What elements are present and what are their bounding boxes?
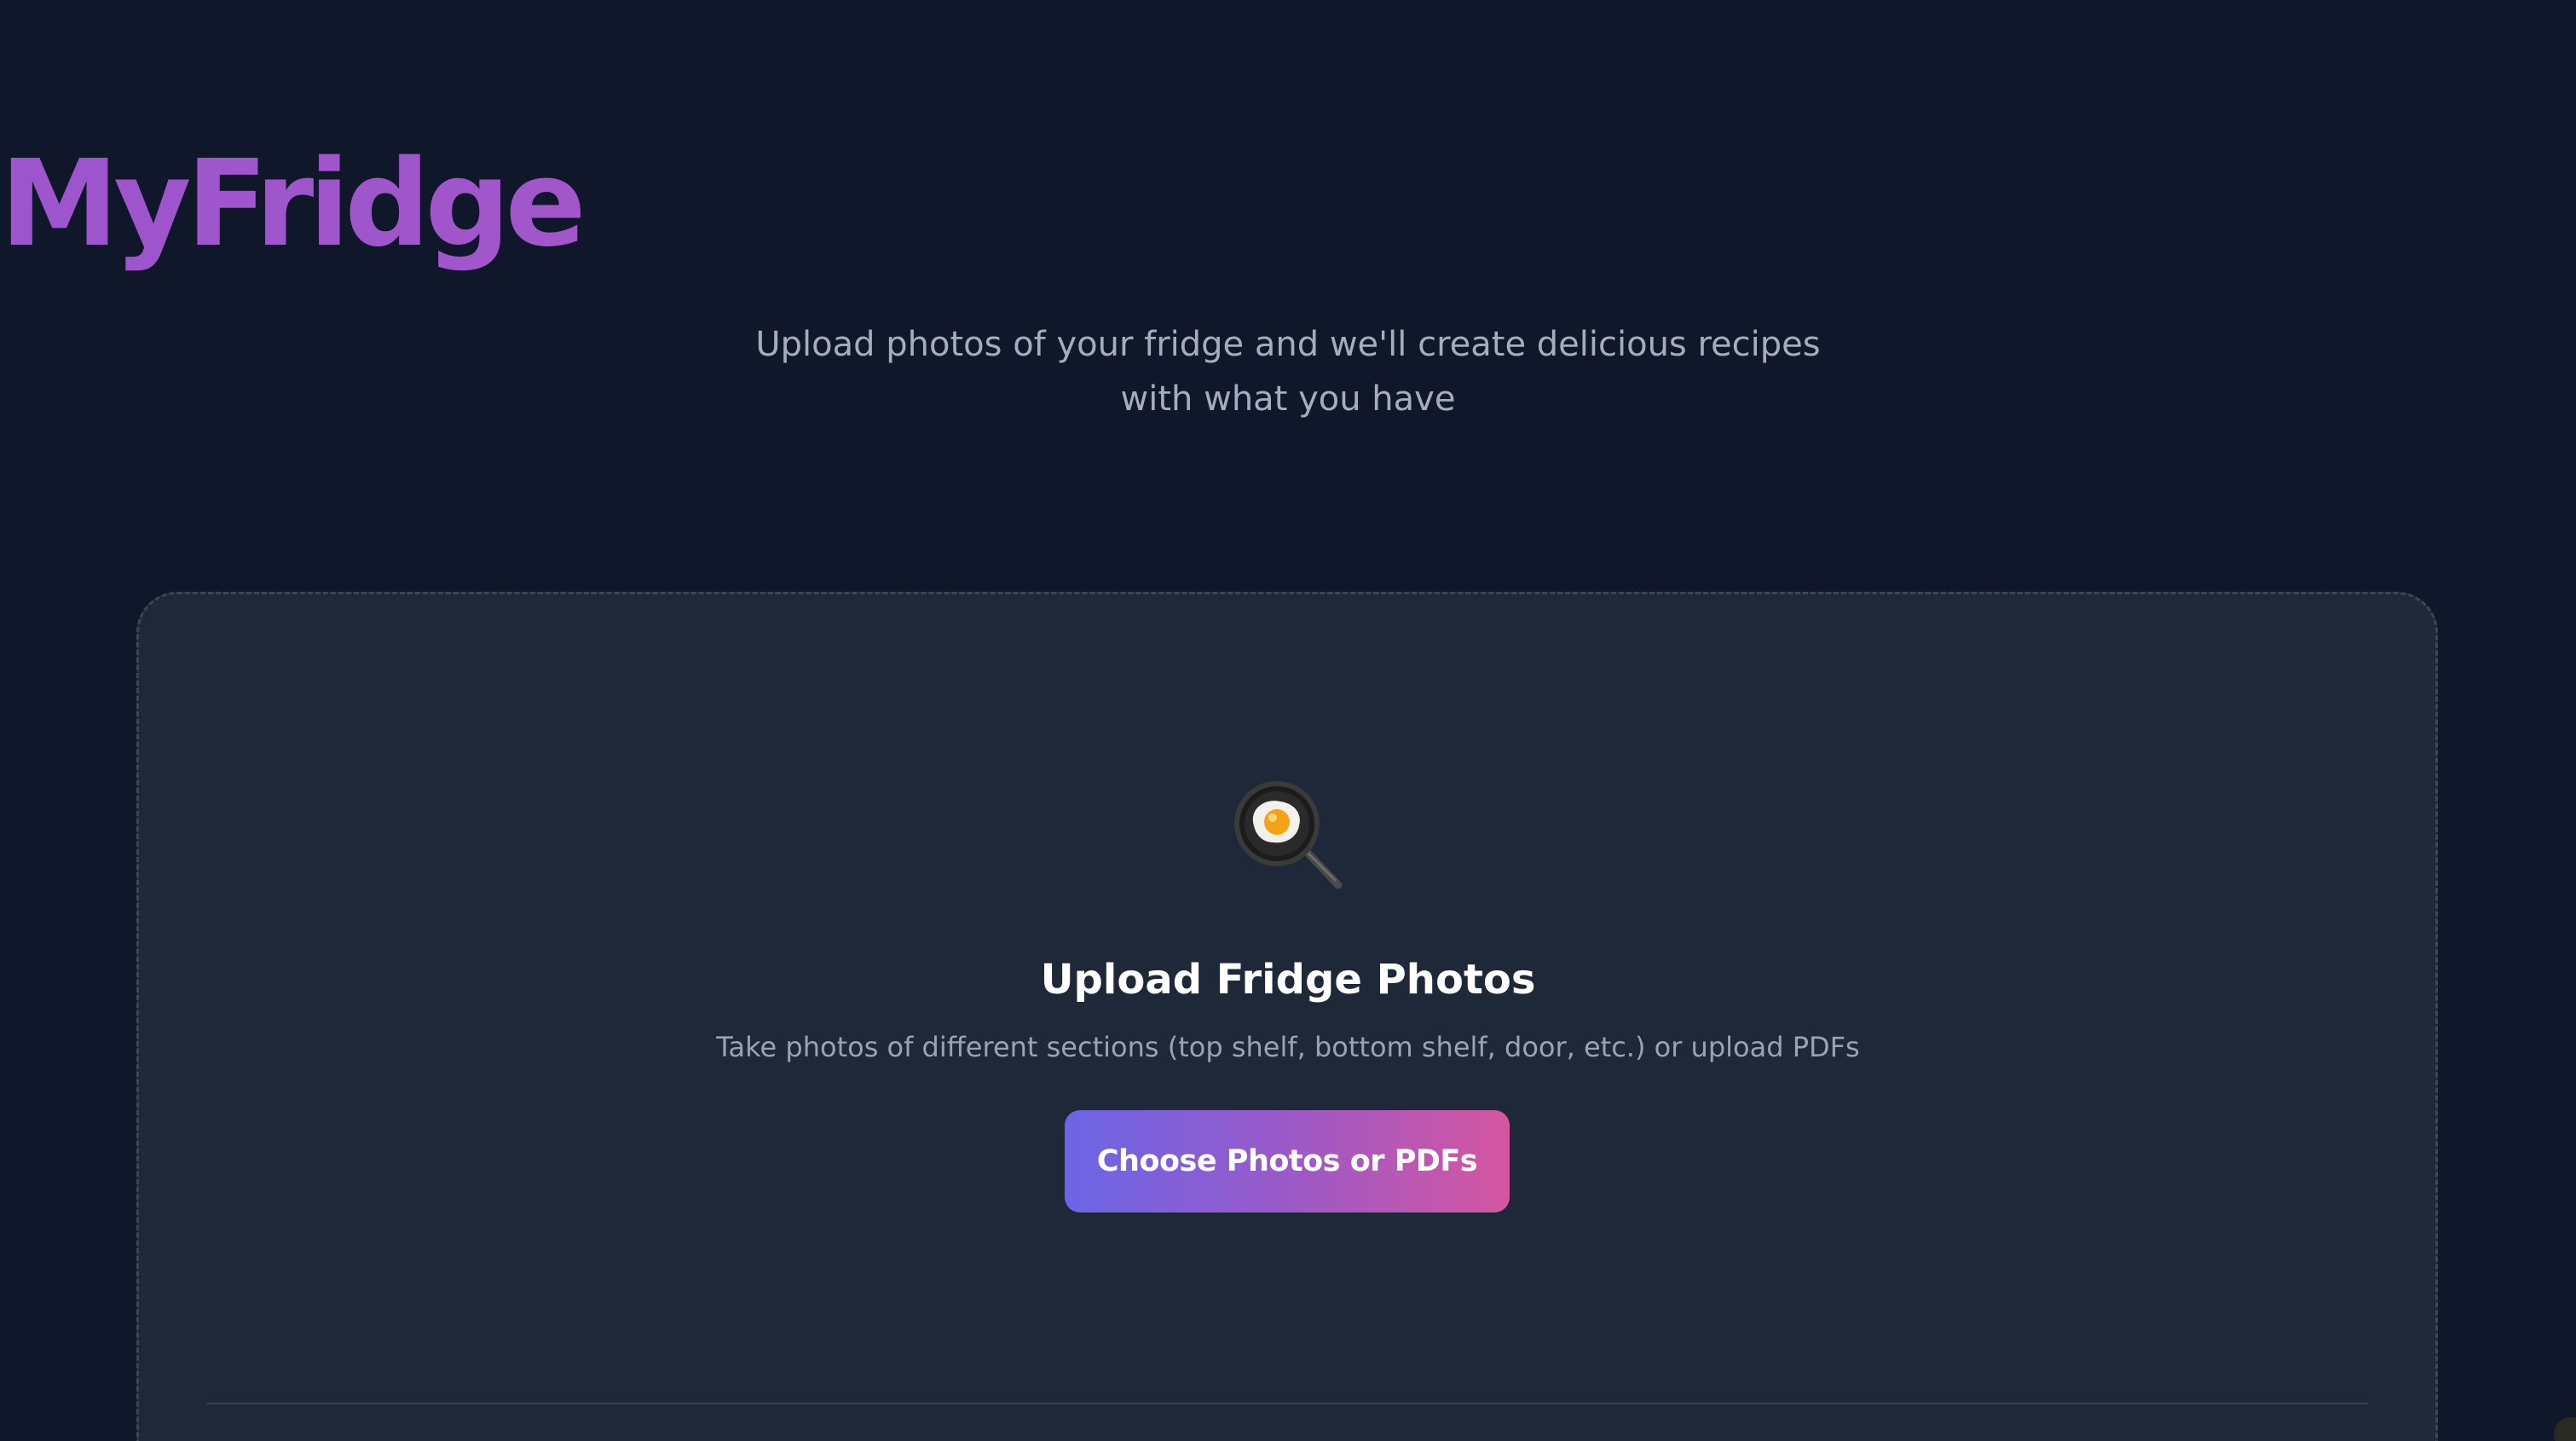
app-title: MyFridge (0, 136, 2576, 273)
upload-description: Take photos of different sections (top s… (716, 1031, 1860, 1063)
tagline-line-1: Upload photos of your fridge and we'll c… (755, 325, 1821, 364)
upload-dropzone[interactable] (136, 592, 2438, 1441)
tagline: Upload photos of your fridge and we'll c… (734, 317, 1842, 426)
page: MyFridge Upload photos of your fridge an… (0, 0, 2576, 1441)
upload-title: Upload Fridge Photos (1040, 956, 1536, 1004)
frying-pan-egg-icon (1234, 781, 1343, 889)
help-button[interactable] (2554, 1417, 2576, 1441)
divider (206, 1403, 2368, 1404)
tagline-line-2: with what you have (1120, 379, 1456, 419)
choose-files-button[interactable]: Choose Photos or PDFs (1065, 1110, 1510, 1212)
